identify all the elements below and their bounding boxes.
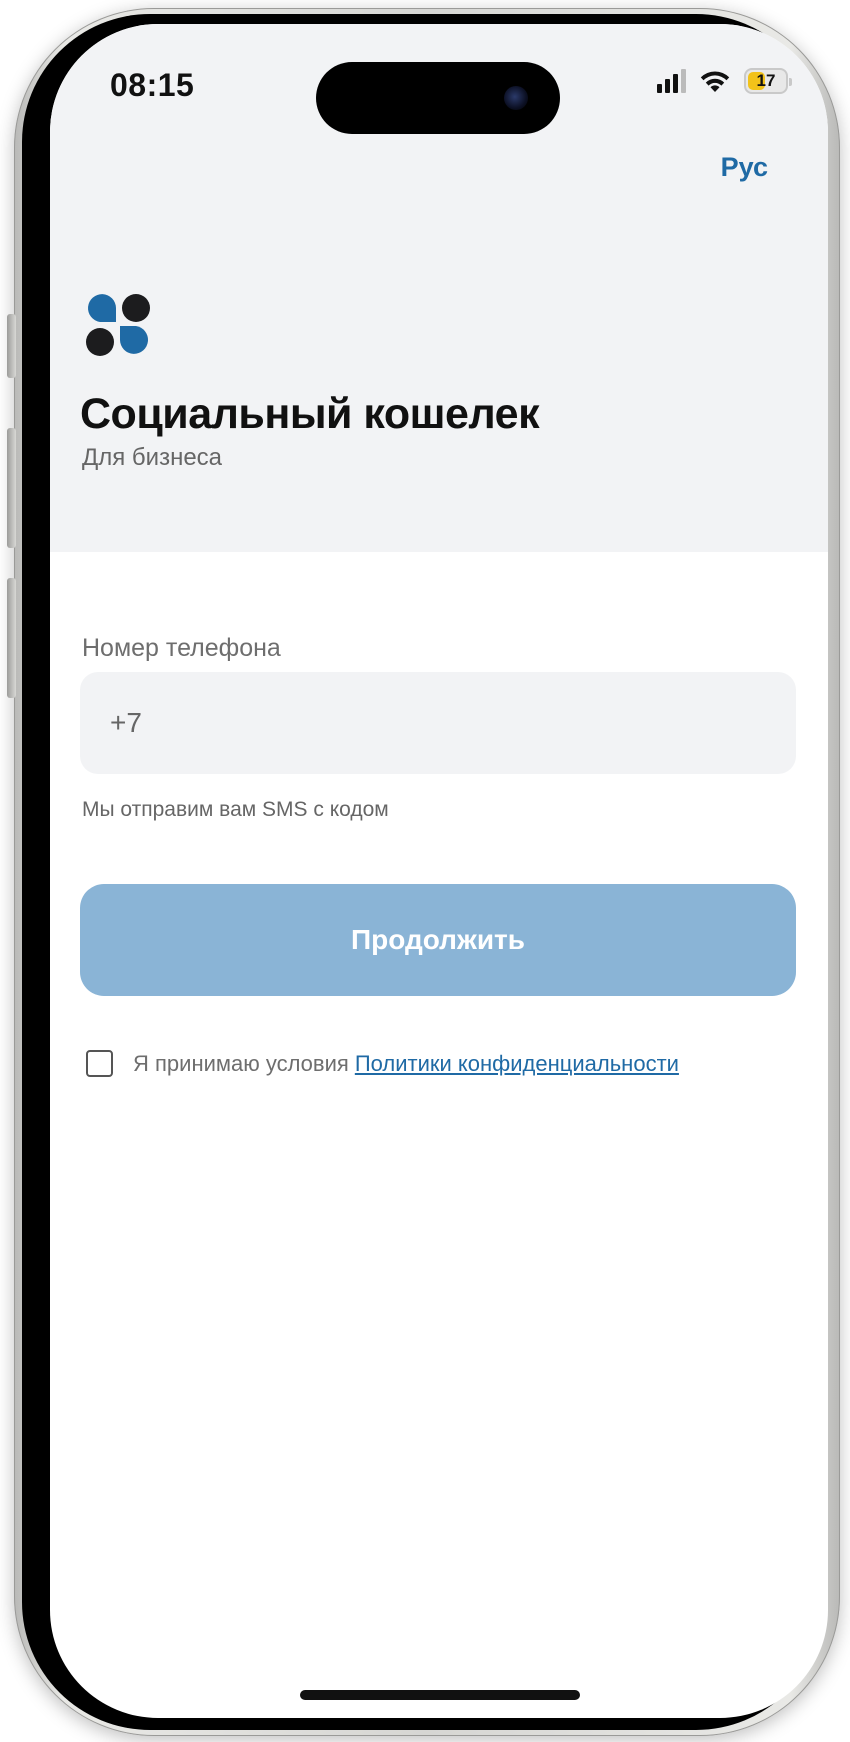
privacy-policy-link[interactable]: Политики конфиденциальности bbox=[355, 1051, 679, 1077]
wifi-icon bbox=[700, 71, 730, 92]
terms-text: Я принимаю условия bbox=[133, 1050, 349, 1076]
terms-row: Я принимаю условия Политики конфиденциал… bbox=[86, 1050, 679, 1077]
app-logo-icon bbox=[86, 294, 150, 356]
front-camera-icon bbox=[504, 86, 528, 110]
terms-checkbox[interactable] bbox=[86, 1050, 113, 1077]
status-icons: 17 bbox=[657, 68, 792, 94]
screen: 08:15 17 Рус Социальный кошелек Для бизн… bbox=[50, 24, 828, 1718]
home-indicator[interactable] bbox=[300, 1690, 580, 1700]
phone-input[interactable] bbox=[80, 672, 796, 774]
action-button bbox=[7, 314, 16, 378]
sms-hint: Мы отправим вам SMS с кодом bbox=[82, 798, 389, 821]
dynamic-island bbox=[316, 62, 560, 134]
app-title: Социальный кошелек bbox=[80, 390, 540, 438]
volume-down-button bbox=[7, 578, 16, 698]
phone-label: Номер телефона bbox=[82, 634, 281, 662]
language-switch[interactable]: Рус bbox=[721, 152, 768, 183]
status-time: 08:15 bbox=[110, 67, 195, 103]
battery-icon: 17 bbox=[744, 68, 792, 94]
volume-up-button bbox=[7, 428, 16, 548]
continue-button[interactable]: Продолжить bbox=[80, 884, 796, 996]
cellular-signal-icon bbox=[657, 69, 686, 93]
battery-level: 17 bbox=[756, 71, 776, 90]
app-subtitle: Для бизнеса bbox=[82, 444, 223, 471]
